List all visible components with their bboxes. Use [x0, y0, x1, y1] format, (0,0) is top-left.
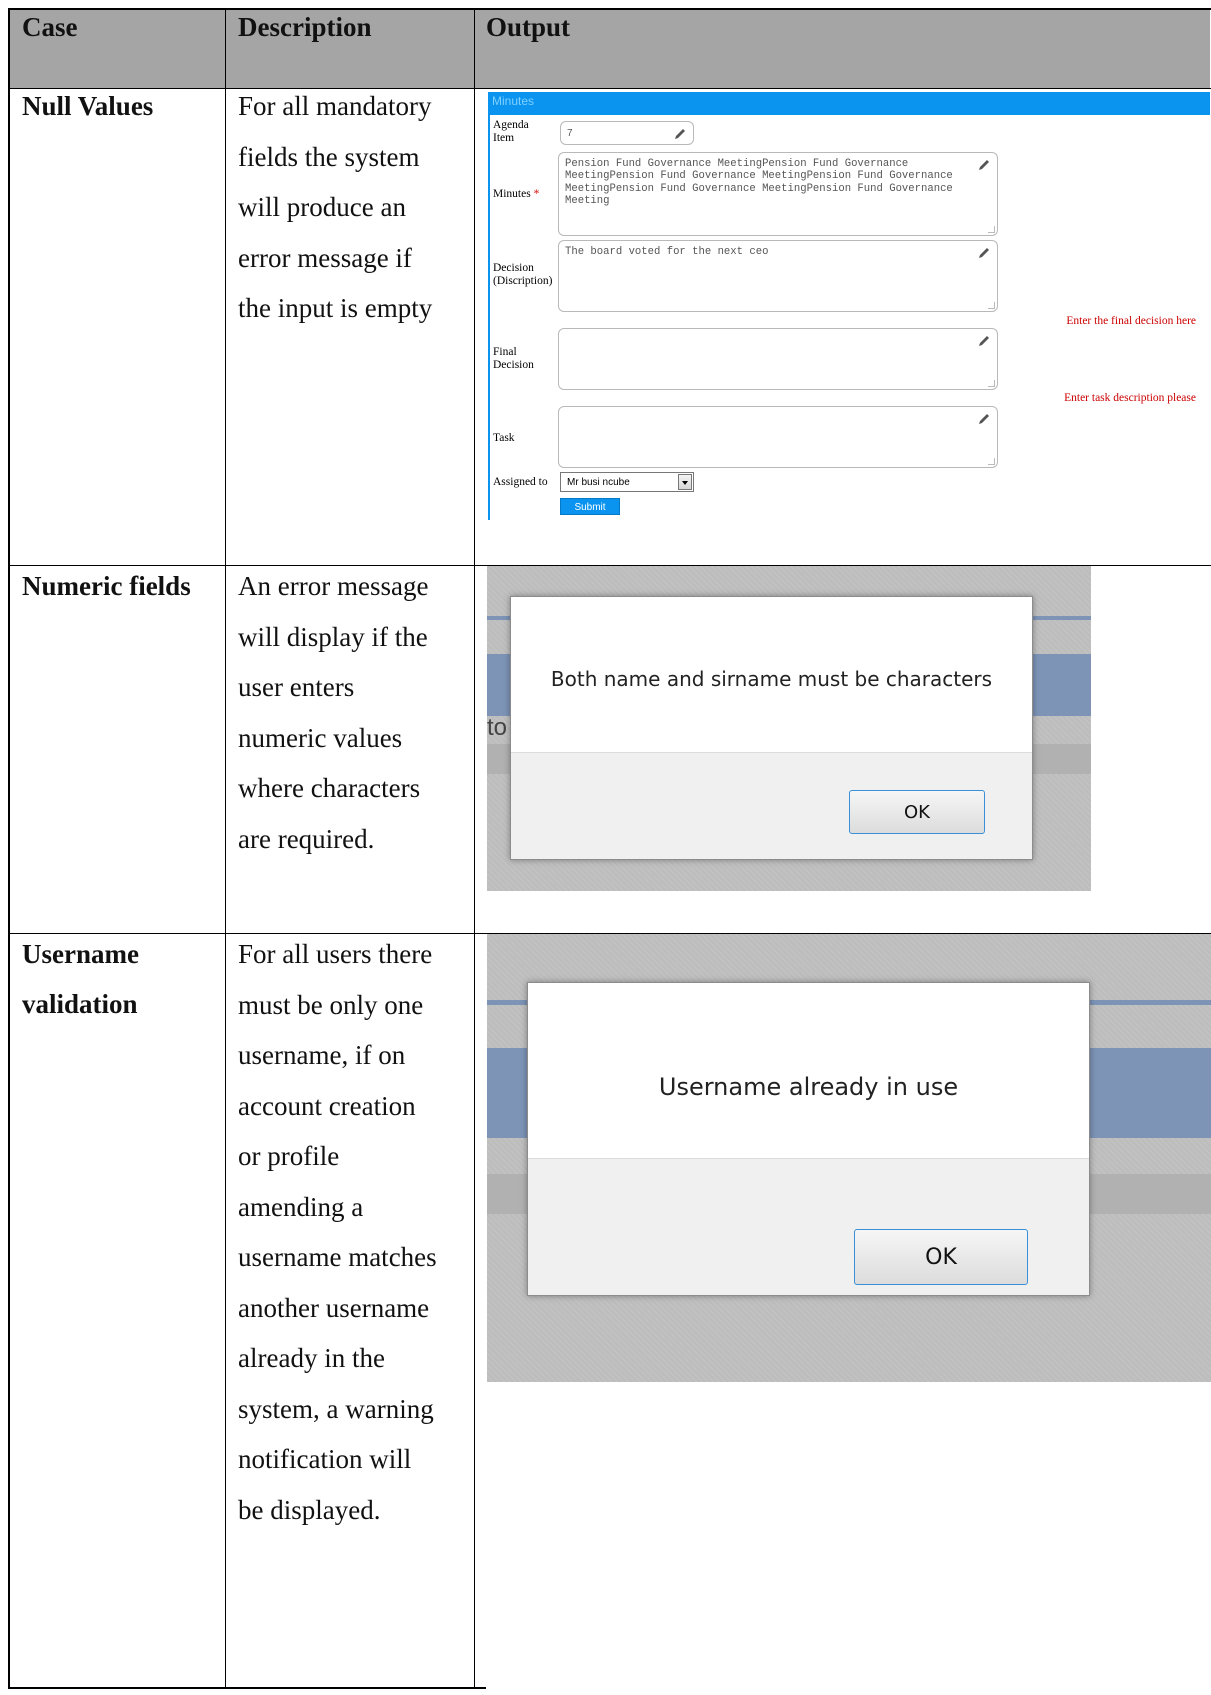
- alert-message: Username already in use: [658, 1073, 959, 1101]
- ok-button[interactable]: OK: [849, 790, 985, 834]
- table-border-bottom: [8, 1687, 486, 1689]
- case-username-validation: Username validation: [22, 939, 139, 1019]
- resize-grip[interactable]: [988, 226, 995, 233]
- case-null-values: Null Values: [22, 91, 154, 121]
- decision-error-message: Enter the final decision here: [1066, 315, 1196, 327]
- decision-label: Decision (Discription): [493, 262, 553, 287]
- minutes-textarea[interactable]: Pension Fund Governance MeetingPension F…: [558, 152, 998, 236]
- table-divider-header: [8, 88, 1211, 89]
- table-column-divider-2: [474, 8, 475, 1689]
- assigned-to-select[interactable]: Mr busi ncube: [560, 472, 694, 492]
- header-output: Output: [486, 12, 571, 42]
- decision-textarea[interactable]: The board voted for the next ceo: [558, 240, 998, 312]
- final-decision-label: Final Decision: [493, 346, 534, 371]
- agenda-item-input[interactable]: 7: [560, 121, 694, 145]
- description-numeric-fields: An error message will display if the use…: [238, 571, 429, 854]
- username-alert-screenshot: Username already in use OK: [487, 934, 1211, 1382]
- minutes-form-screenshot: Minutes Agenda Item 7 Minutes * Pension F…: [486, 90, 1210, 522]
- pencil-icon: [979, 160, 989, 170]
- header-case: Case: [22, 12, 78, 42]
- task-label: Task: [493, 432, 515, 444]
- resize-grip[interactable]: [988, 302, 995, 309]
- final-decision-error-message: Enter task description please: [1064, 392, 1196, 404]
- form-left-border: [488, 92, 490, 520]
- alert-message: Both name and sirname must be characters: [550, 667, 993, 691]
- pencil-icon: [979, 336, 989, 346]
- assigned-to-label: Assigned to: [493, 476, 548, 488]
- final-decision-textarea[interactable]: [558, 328, 998, 390]
- submit-button[interactable]: Submit: [560, 498, 620, 515]
- alert-dialog: Username already in use OK: [527, 982, 1090, 1296]
- description-null-values: For all mandatory fields the system will…: [238, 91, 433, 323]
- numeric-alert-screenshot: to Both name and sirname must be charact…: [487, 566, 1091, 891]
- chevron-down-icon[interactable]: [678, 474, 692, 490]
- table-border-top: [8, 8, 1211, 10]
- background-text: to: [487, 714, 508, 741]
- ok-button[interactable]: OK: [854, 1229, 1028, 1285]
- form-title: Minutes: [492, 94, 535, 108]
- form-title-bar: Minutes: [490, 92, 1210, 115]
- alert-dialog: Both name and sirname must be characters…: [510, 596, 1033, 860]
- agenda-item-label: Agenda Item: [493, 119, 529, 144]
- resize-grip[interactable]: [988, 380, 995, 387]
- table-border-left: [8, 8, 10, 1689]
- table-column-divider-1: [225, 8, 226, 1689]
- task-textarea[interactable]: [558, 406, 998, 468]
- case-numeric-fields: Numeric fields: [22, 571, 191, 601]
- pencil-icon: [979, 248, 989, 258]
- resize-grip[interactable]: [988, 458, 995, 465]
- description-username-validation: For all users there must be only one use…: [238, 939, 437, 1525]
- pencil-icon: [675, 129, 685, 139]
- minutes-label: Minutes *: [493, 188, 540, 200]
- table-header-background: [8, 8, 1210, 88]
- pencil-icon: [979, 414, 989, 424]
- header-description: Description: [238, 12, 372, 42]
